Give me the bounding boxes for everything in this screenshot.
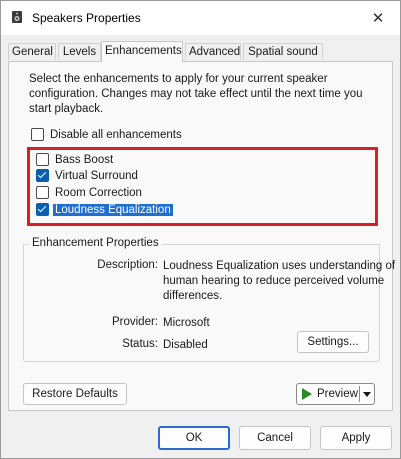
preview-button[interactable]: Preview [296, 383, 375, 405]
description-label: Description: [97, 259, 158, 271]
enhancement-label: Bass Boost [55, 153, 114, 166]
disable-all-checkbox[interactable]: Disable all enhancements [31, 128, 182, 141]
dialog-window: Speakers Properties ✕ General Levels Enh… [0, 0, 401, 459]
preview-label: Preview [317, 388, 358, 400]
provider-label: Provider: [111, 316, 158, 328]
enhancement-virtual-surround[interactable]: Virtual Surround [36, 169, 138, 182]
provider-value: Microsoft [163, 317, 210, 329]
enhancement-bass-boost[interactable]: Bass Boost [36, 153, 113, 166]
chevron-down-icon[interactable] [363, 392, 371, 397]
cancel-button[interactable]: Cancel [239, 426, 311, 450]
tab-advanced[interactable]: Advanced [185, 43, 241, 60]
description-value: Loudness Equalization uses understanding… [163, 259, 395, 304]
close-button[interactable]: ✕ [356, 1, 400, 35]
tab-general[interactable]: General [8, 43, 56, 60]
dialog-footer: OK Cancel Apply [1, 416, 400, 458]
status-label: Status: [122, 338, 158, 350]
title-bar: Speakers Properties ✕ [1, 1, 400, 35]
description-line: differences. [163, 290, 223, 302]
enhancement-label: Room Correction [55, 186, 142, 199]
checkbox-box[interactable] [36, 203, 49, 216]
restore-defaults-button[interactable]: Restore Defaults [23, 383, 127, 405]
checkbox-box[interactable] [36, 186, 49, 199]
speaker-icon [12, 11, 22, 23]
close-icon: ✕ [371, 10, 385, 27]
window-title: Speakers Properties [32, 11, 141, 25]
enhancement-label: Virtual Surround [55, 169, 138, 182]
checkbox-box[interactable] [36, 153, 49, 166]
group-label: Enhancement Properties [29, 237, 162, 249]
enhancement-room-correction[interactable]: Room Correction [36, 186, 142, 199]
description-line: Loudness Equalization uses understanding… [163, 260, 396, 272]
play-icon [302, 388, 312, 400]
description-line: human hearing to reduce perceived volume [163, 275, 385, 287]
checkbox-box[interactable] [31, 128, 44, 141]
split-divider [359, 386, 360, 402]
enhancement-label: Loudness Equalization [53, 203, 173, 216]
status-value: Disabled [163, 339, 208, 351]
intro-text: Select the enhancements to apply for you… [29, 73, 363, 115]
tab-spatial-sound[interactable]: Spatial sound [243, 43, 323, 60]
enhancement-loudness-equalization[interactable]: Loudness Equalization [36, 203, 173, 216]
ok-button[interactable]: OK [158, 426, 230, 450]
disable-all-label: Disable all enhancements [50, 128, 182, 141]
tab-enhancements[interactable]: Enhancements [101, 41, 183, 62]
settings-button[interactable]: Settings... [297, 331, 369, 353]
apply-button[interactable]: Apply [320, 426, 392, 450]
tab-levels[interactable]: Levels [58, 43, 101, 60]
checkbox-box[interactable] [36, 169, 49, 182]
